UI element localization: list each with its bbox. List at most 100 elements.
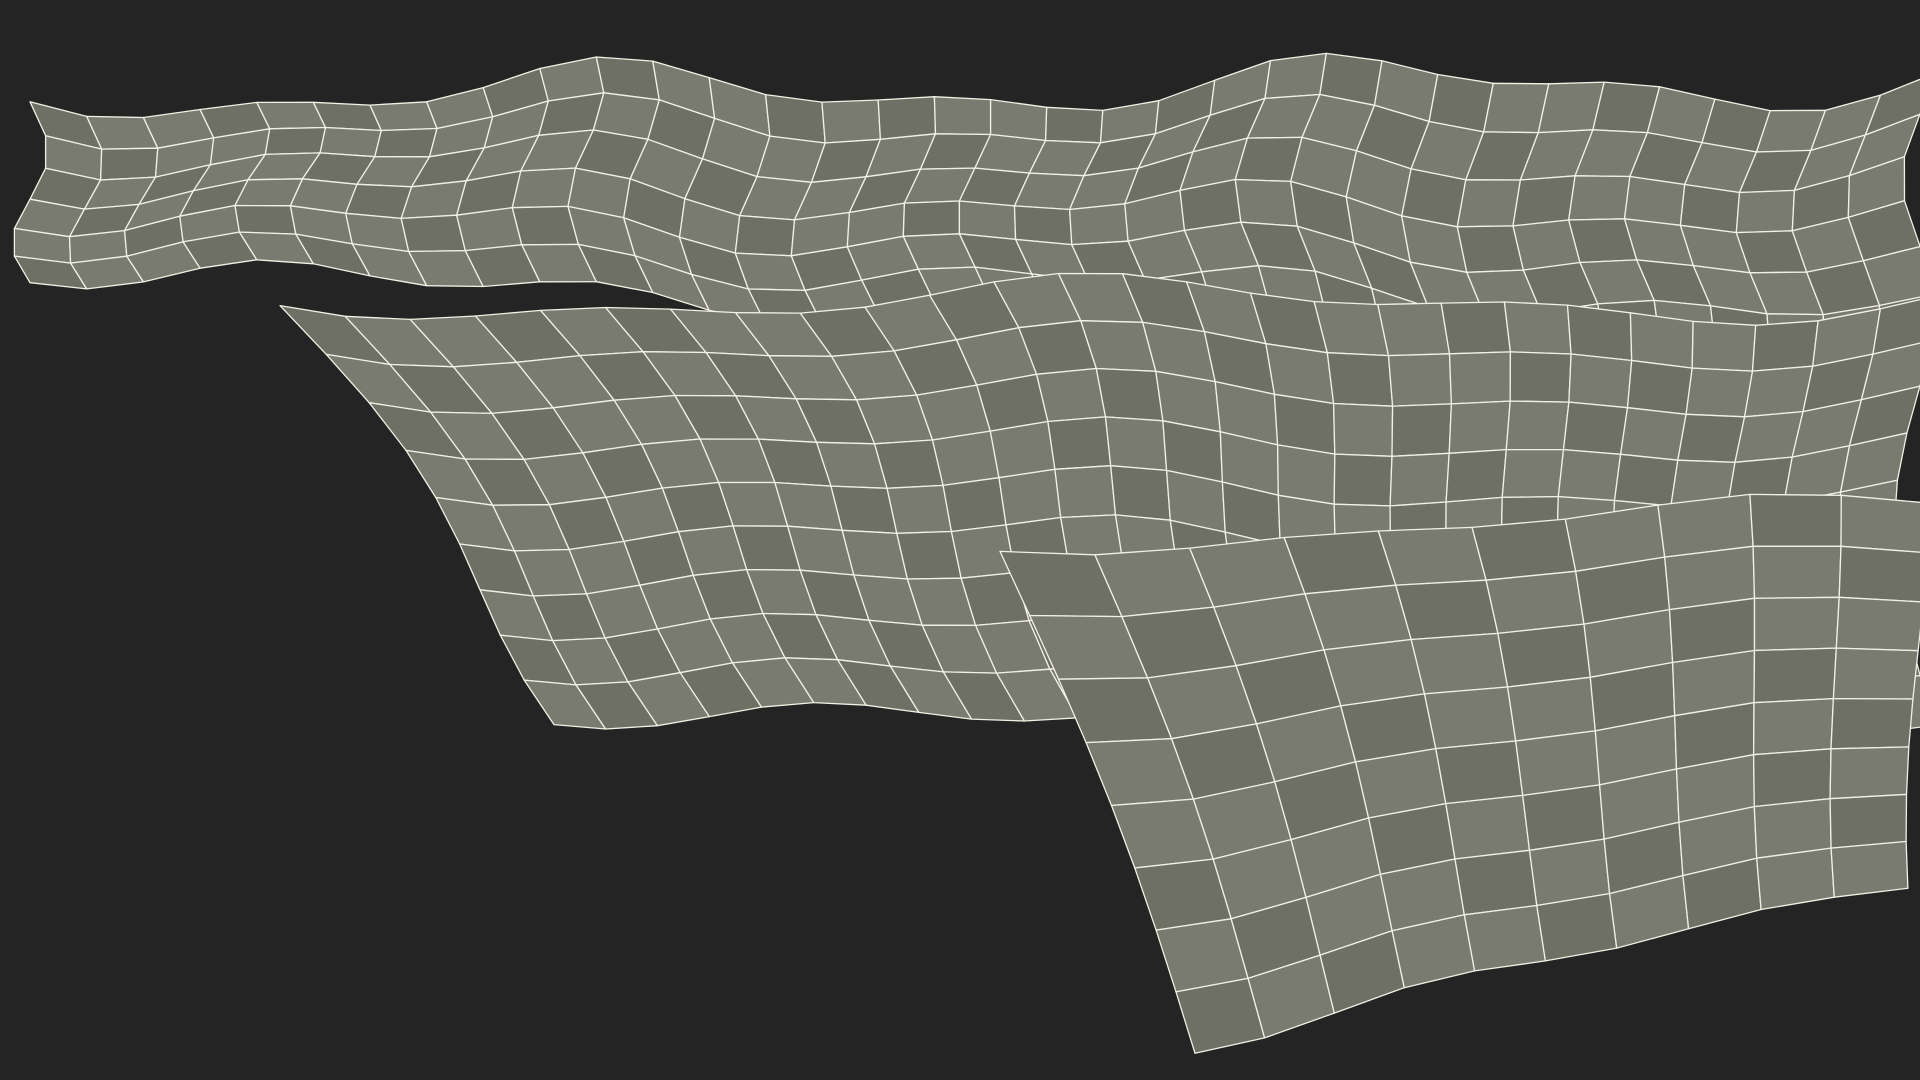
mesh-face: [1423, 686, 1517, 750]
mesh-face: [1752, 748, 1832, 808]
mesh-face: [931, 430, 1000, 487]
mesh-face: [1013, 205, 1073, 246]
mesh-face: [1679, 183, 1741, 234]
mesh-face: [1448, 400, 1511, 454]
mesh-face: [1557, 448, 1622, 502]
mesh-face: [902, 200, 961, 237]
mesh-face: [1395, 579, 1499, 641]
mesh-face: [1685, 367, 1754, 418]
mesh-face: [1391, 403, 1453, 457]
mesh-face: [345, 183, 413, 220]
mesh-face: [1047, 416, 1112, 470]
mesh-face: [896, 530, 962, 580]
mesh-face: [1503, 301, 1572, 355]
mesh-face: [1623, 175, 1686, 226]
mesh-face: [1829, 746, 1910, 800]
mesh-face: [1471, 518, 1577, 581]
mesh-face: [1377, 526, 1487, 586]
mesh-face: [1751, 320, 1819, 372]
mesh-face: [1752, 697, 1835, 756]
mesh-face: [319, 126, 382, 158]
mesh-face: [1485, 570, 1585, 635]
mesh-face: [1389, 452, 1450, 507]
mesh-face: [374, 127, 438, 158]
mesh-face: [400, 214, 466, 253]
mesh-face: [1110, 465, 1171, 521]
mesh-face: [1332, 402, 1394, 457]
mesh-face: [1276, 444, 1336, 505]
mesh-face: [1410, 632, 1509, 695]
mesh-face: [1445, 794, 1531, 860]
mesh-face: [1456, 179, 1522, 228]
mesh-face: [1313, 300, 1390, 357]
mesh-face: [933, 96, 992, 136]
mesh-face: [1501, 448, 1565, 499]
mesh-face: [1735, 189, 1796, 234]
mesh-face: [1445, 448, 1507, 503]
mesh-face: [99, 147, 159, 181]
mesh-face: [1509, 351, 1572, 403]
mesh-face: [1505, 400, 1570, 451]
mesh-face: [1568, 175, 1631, 221]
mesh-face: [1832, 647, 1919, 700]
mesh-face: [1629, 312, 1694, 369]
mesh-face: [958, 200, 1017, 241]
mesh-face: [1619, 407, 1687, 461]
mesh-face: [1749, 493, 1842, 547]
mesh-face: [1512, 175, 1576, 227]
mesh-face: [764, 93, 826, 144]
mesh-face: [1068, 203, 1129, 246]
mesh-face: [1054, 465, 1117, 519]
mesh-face: [1830, 697, 1914, 750]
mesh-face: [1440, 301, 1512, 355]
mesh-face: [1044, 106, 1104, 144]
mesh-face: [1483, 82, 1550, 134]
mesh-face: [1743, 365, 1814, 418]
mesh-face: [1304, 584, 1412, 651]
mesh-face: [1568, 353, 1633, 409]
mesh-face: [873, 439, 944, 489]
mesh-face: [1448, 351, 1512, 405]
mesh-face: [1326, 352, 1394, 407]
mesh-face: [1506, 676, 1596, 742]
mesh-face: [1838, 545, 1920, 603]
mesh-face: [1830, 840, 1909, 898]
mesh-face: [734, 214, 796, 257]
mesh-face: [821, 99, 882, 144]
mesh-face: [1435, 740, 1524, 805]
mesh-face: [1753, 647, 1837, 704]
mesh-face: [942, 477, 1007, 533]
mesh-face: [1283, 530, 1397, 595]
mesh-face: [1536, 892, 1618, 962]
mesh-face: [264, 126, 327, 156]
mesh-face: [989, 98, 1048, 142]
mesh-face: [1377, 302, 1451, 357]
mesh-face: [1456, 225, 1525, 273]
mesh-face: [1512, 219, 1581, 271]
mesh-face: [1829, 793, 1908, 849]
mesh-face: [1104, 416, 1168, 472]
mesh-face: [989, 420, 1056, 479]
mesh-face: [1095, 367, 1164, 422]
mesh-face: [1387, 353, 1453, 407]
mesh-face: [998, 468, 1062, 526]
mesh-face: [1333, 453, 1393, 507]
mesh-face: [1566, 304, 1633, 362]
mesh-face: [1835, 596, 1920, 652]
mesh-face: [1497, 623, 1591, 688]
wireframe-terrain-mesh: [13, 52, 1920, 1054]
mesh-face: [1677, 413, 1746, 463]
mesh-face: [1035, 367, 1107, 423]
mesh-face: [830, 485, 898, 534]
mesh-face: [369, 101, 438, 132]
mesh-face: [1691, 320, 1757, 372]
mesh-face: [1562, 401, 1629, 455]
mesh-face: [456, 207, 523, 252]
mesh-face: [1273, 393, 1336, 455]
mesh-face: [976, 373, 1049, 432]
mesh-face: [1515, 730, 1601, 797]
mesh-face: [234, 204, 297, 235]
mesh-face: [1613, 453, 1679, 507]
mesh-face: [877, 96, 937, 140]
mesh-face: [1840, 494, 1920, 553]
